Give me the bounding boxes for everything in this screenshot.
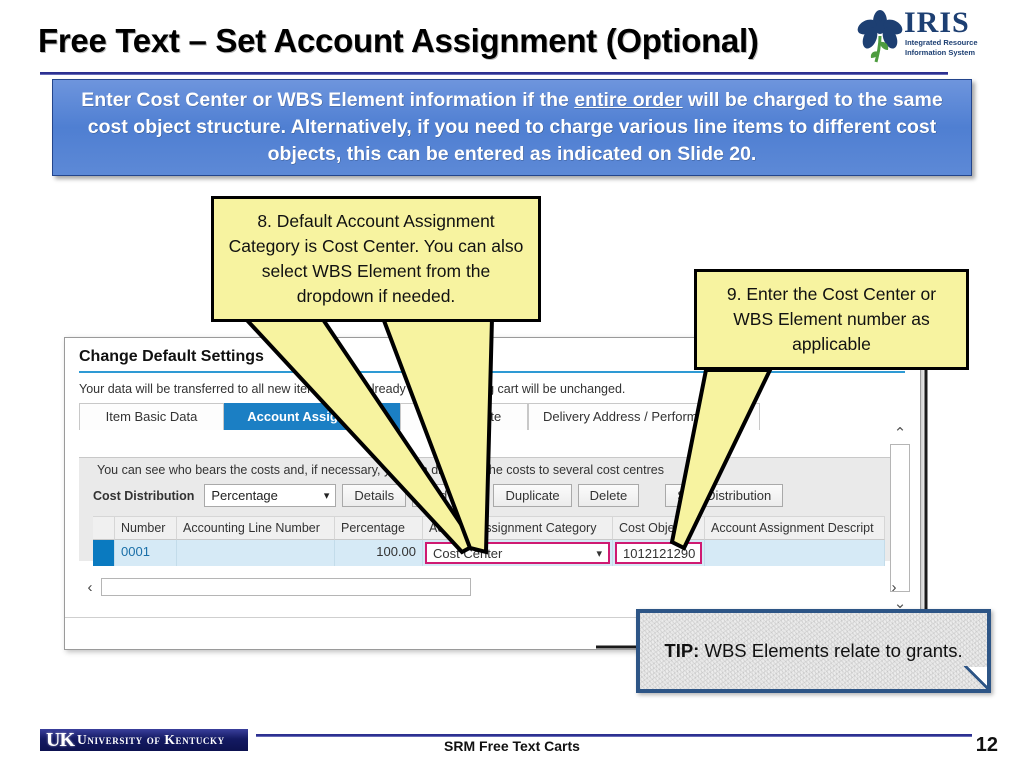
tab-panel-account-assignment: You can see who bears the costs and, if … xyxy=(79,457,905,566)
grid-header-cost-object[interactable]: Cost Object xyxy=(613,516,705,540)
tip-content: TIP: WBS Elements relate to grants. xyxy=(664,638,962,664)
cost-distribution-value: Percentage xyxy=(211,488,278,503)
grid-header-account-assignment-description[interactable]: Account Assignment Descript xyxy=(705,516,885,540)
account-assignment-category-value: Cost Center xyxy=(433,545,503,561)
cost-distribution-label: Cost Distribution xyxy=(93,488,195,503)
cell-accounting-line-number xyxy=(177,540,335,566)
banner-text-part1: Enter Cost Center or WBS Element informa… xyxy=(81,89,575,111)
grid-header-accounting-line-number[interactable]: Accounting Line Number xyxy=(177,516,335,540)
tab-account-assignment[interactable]: Account Assignment xyxy=(224,403,400,430)
iris-wordmark: IRIS xyxy=(904,6,970,39)
iris-logo: IRIS Integrated Resource Information Sys… xyxy=(856,6,978,66)
chevron-down-icon: ▾ xyxy=(323,490,330,502)
grid-header-row: Number Accounting Line Number Percentage… xyxy=(93,516,905,540)
cell-account-assignment-description xyxy=(705,540,885,566)
banner-underlined-text: entire order xyxy=(574,89,683,111)
callout-step-8: 8. Default Account Assignment Category i… xyxy=(211,196,541,322)
cost-distribution-select[interactable]: Percentage ▾ xyxy=(204,484,337,507)
sap-heading-divider xyxy=(79,371,905,373)
split-distribution-button[interactable]: Split Distribution xyxy=(665,484,784,507)
duplicate-button[interactable]: Duplicate xyxy=(493,484,572,507)
add-line-button[interactable]: Add Line xyxy=(412,484,488,507)
tab-item-basic-data[interactable]: Item Basic Data xyxy=(79,403,224,430)
scroll-up-icon[interactable]: ⌃ xyxy=(889,424,911,442)
account-assignment-category-dropdown[interactable]: Cost Center ▾ xyxy=(425,542,610,564)
horizontal-scrollbar-thumb[interactable] xyxy=(101,578,471,596)
grid-header-number[interactable]: Number xyxy=(115,516,177,540)
cell-account-assignment-category[interactable]: Cost Center ▾ xyxy=(423,540,613,566)
tab-delivery-address[interactable]: Delivery Address / Performance L xyxy=(528,403,760,430)
delete-button[interactable]: Delete xyxy=(577,484,640,507)
cost-object-input[interactable]: 1012121290 xyxy=(615,542,702,564)
cell-percentage: 100.00 xyxy=(335,540,423,566)
cost-distribution-grid: Number Accounting Line Number Percentage… xyxy=(93,516,905,566)
sap-subtext: Your data will be transferred to all new… xyxy=(79,382,626,396)
sap-screenshot-panel: Change Default Settings Your data will b… xyxy=(64,337,921,650)
cost-distribution-note: You can see who bears the costs and, if … xyxy=(97,463,664,477)
chevron-down-icon: ▾ xyxy=(596,547,602,560)
cell-number: 0001 xyxy=(115,540,177,566)
row-select-marker[interactable] xyxy=(93,540,115,566)
table-row[interactable]: 0001 100.00 Cost Center ▾ 1012121290 xyxy=(93,540,905,566)
title-divider xyxy=(40,72,948,75)
footer-divider xyxy=(256,734,972,737)
page-fold-icon xyxy=(964,666,991,693)
tip-box: TIP: WBS Elements relate to grants. xyxy=(636,609,991,693)
tab-internal-note[interactable]: Internal Note xyxy=(400,403,528,430)
grid-header-account-assignment-category[interactable]: Account Assignment Category xyxy=(423,516,613,540)
vertical-scrollbar-thumb[interactable] xyxy=(890,444,910,592)
horizontal-scrollbar[interactable]: ‹ › xyxy=(79,576,905,598)
callout-step-9: 9. Enter the Cost Center or WBS Element … xyxy=(694,269,969,370)
tab-strip: Item Basic Data Account Assignment Inter… xyxy=(79,403,779,430)
iris-subtitle: Integrated Resource Information System xyxy=(905,38,978,57)
tip-text: WBS Elements relate to grants. xyxy=(699,640,963,661)
cell-cost-object[interactable]: 1012121290 xyxy=(613,540,705,566)
scroll-right-icon[interactable]: › xyxy=(883,579,905,596)
footer-title: SRM Free Text Carts xyxy=(444,738,580,754)
cost-object-value: 1012121290 xyxy=(623,545,696,561)
cost-distribution-toolbar: Cost Distribution Percentage ▾ Details A… xyxy=(93,484,784,507)
tip-label: TIP: xyxy=(664,640,700,661)
grid-header-select xyxy=(93,516,115,540)
scroll-left-icon[interactable]: ‹ xyxy=(79,579,101,596)
grid-header-percentage[interactable]: Percentage xyxy=(335,516,423,540)
iris-flower-icon xyxy=(857,10,903,63)
instruction-banner: Enter Cost Center or WBS Element informa… xyxy=(52,79,972,176)
details-button[interactable]: Details xyxy=(342,484,407,507)
page-number: 12 xyxy=(975,734,998,756)
page-title: Free Text – Set Account Assignment (Opti… xyxy=(38,22,759,59)
